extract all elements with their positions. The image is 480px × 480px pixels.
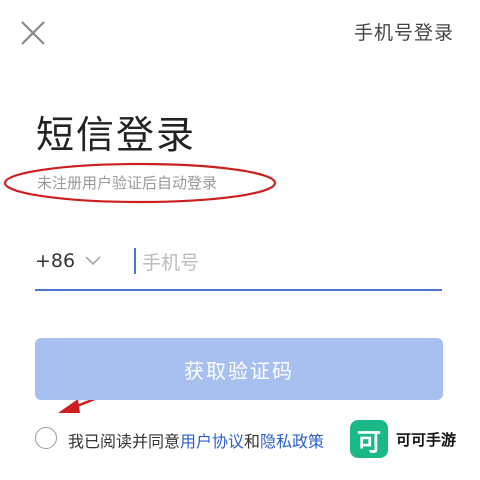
phone-input[interactable] — [140, 244, 444, 282]
user-agreement-link[interactable]: 用户协议 — [180, 432, 244, 451]
country-code-label: +86 — [35, 250, 76, 272]
country-code-selector[interactable]: +86 — [35, 250, 101, 272]
privacy-policy-link[interactable]: 隐私政策 — [260, 432, 324, 451]
close-icon — [21, 21, 45, 45]
watermark-text: 可可手游 — [396, 430, 457, 449]
watermark-logo: 可 — [350, 420, 388, 458]
phone-input-underline — [35, 289, 442, 291]
annotation-arrowhead — [58, 399, 80, 413]
close-button[interactable] — [18, 18, 48, 48]
annotation-overlay — [3, 162, 277, 413]
input-cursor — [134, 248, 136, 274]
agreement-radio[interactable] — [35, 427, 57, 449]
page-title: 短信登录 — [36, 113, 197, 157]
page-subtitle: 未注册用户验证后自动登录 — [37, 174, 218, 192]
agreement-and: 和 — [244, 432, 261, 451]
agreement-prefix: 我已阅读并同意 — [68, 432, 181, 451]
get-code-button[interactable]: 获取验证码 — [35, 338, 443, 400]
watermark: 可 可可手游 — [350, 420, 456, 458]
chevron-down-icon — [85, 256, 101, 266]
phone-login-link[interactable]: 手机号登录 — [354, 18, 454, 45]
agreement-text: 我已阅读并同意用户协议和隐私政策 — [68, 428, 324, 452]
